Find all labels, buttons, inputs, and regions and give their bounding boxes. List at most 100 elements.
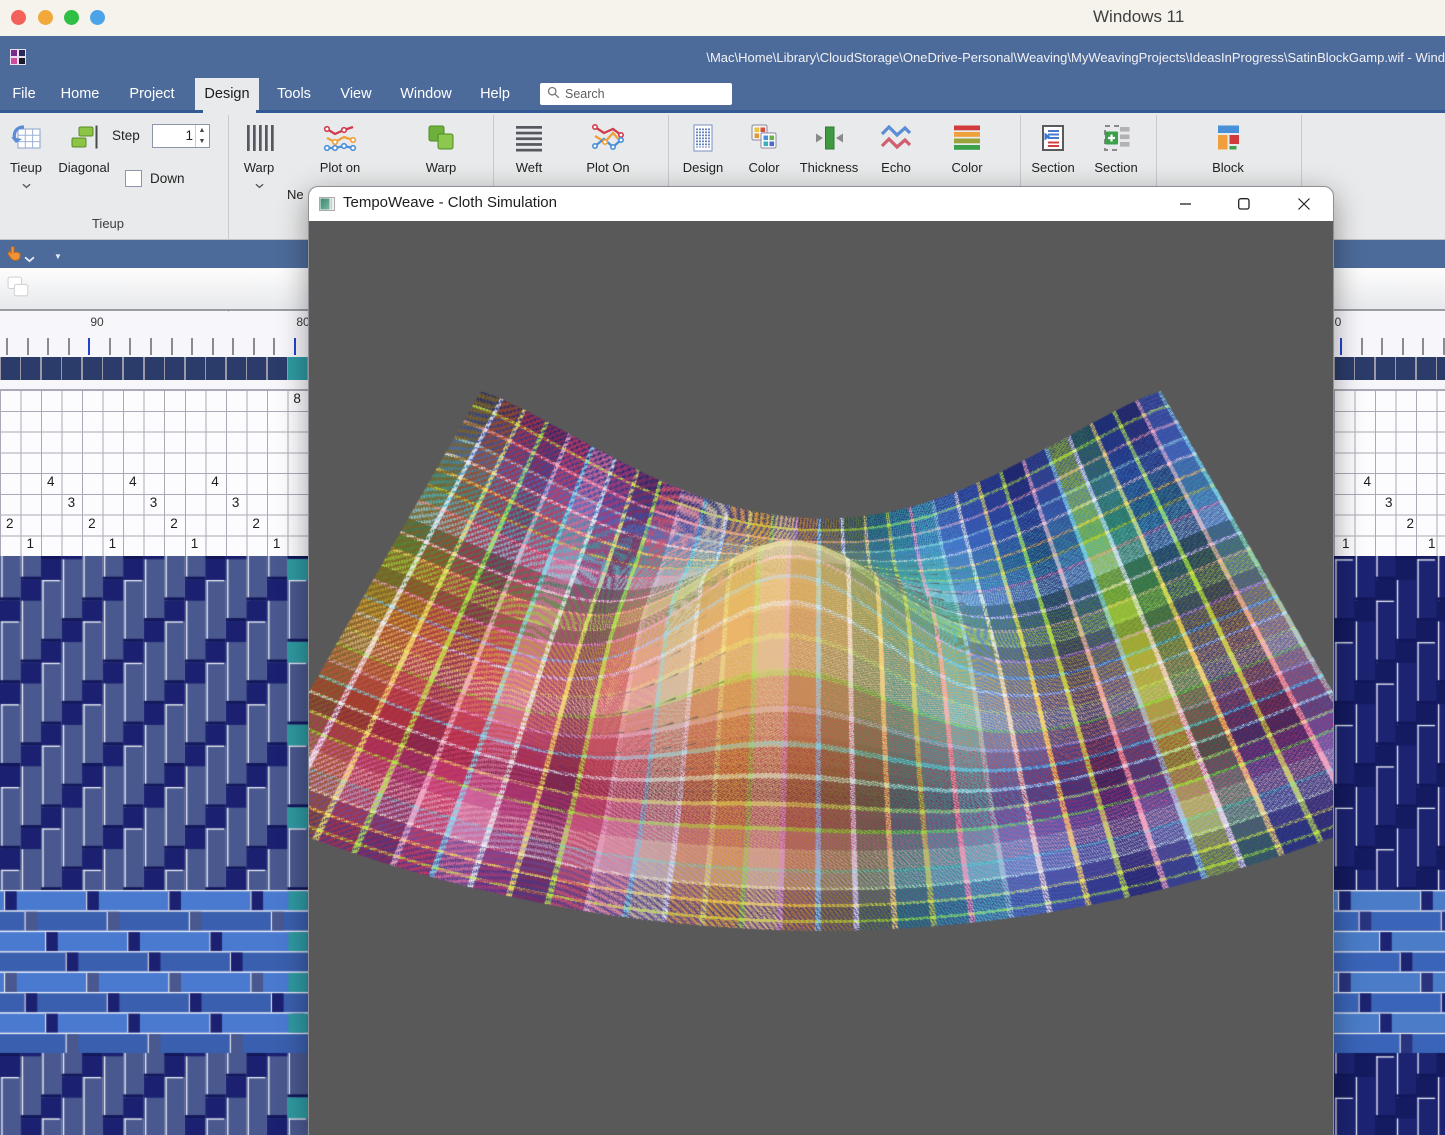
warp-color-cell[interactable]: [1335, 357, 1354, 380]
weft-lines-icon: [487, 119, 571, 157]
warp-threading-label: Warp: [217, 161, 301, 175]
plot-on-weft-label: Plot On: [566, 161, 650, 175]
warp-color-cell[interactable]: [227, 357, 246, 380]
threading-grid-left[interactable]: [0, 389, 308, 556]
warp-color-cell[interactable]: [42, 357, 61, 380]
copy-squares-icon[interactable]: [6, 274, 33, 306]
warp-color-cell[interactable]: [1376, 357, 1395, 380]
warp-color-cell[interactable]: [268, 357, 287, 380]
ruler-tick: [1361, 338, 1363, 355]
warp-color-cell[interactable]: [1, 357, 20, 380]
warp-color-cell[interactable]: [124, 357, 143, 380]
warp-blocks-button[interactable]: Warp: [399, 119, 483, 175]
chevron-down-icon[interactable]: [24, 250, 35, 268]
ruler-tick: [191, 338, 193, 355]
weft-label: Weft: [487, 161, 571, 175]
warp-blocks-label: Warp: [399, 161, 483, 175]
ruler-tick: [68, 338, 70, 355]
weft-button[interactable]: Weft: [487, 119, 571, 175]
step-input[interactable]: 1 ▲▼: [152, 124, 210, 148]
warp-color-cell[interactable]: [21, 357, 40, 380]
maximize-button[interactable]: [1221, 187, 1267, 221]
warp-color-cell[interactable]: [206, 357, 225, 380]
cloth-3d-viewport[interactable]: [309, 221, 1333, 1135]
threading-number: 4: [129, 474, 137, 489]
section-add-button[interactable]: Section: [1074, 119, 1158, 175]
color-bars-icon: [925, 119, 1009, 157]
window-title: TempoWeave - Cloth Simulation: [343, 194, 557, 211]
ruler-tick: [171, 338, 173, 355]
warp-color-cell[interactable]: [103, 357, 122, 380]
warp-color-cell[interactable]: [247, 357, 266, 380]
tab-tools[interactable]: Tools: [264, 78, 324, 110]
draft-panel-left[interactable]: 9080214321432143218: [0, 312, 308, 1135]
threading-number: 1: [109, 536, 117, 551]
drawdown-left[interactable]: [0, 556, 308, 1135]
draft-panel-right[interactable]: 014321: [1334, 312, 1445, 1135]
ruler-tick: [294, 338, 296, 355]
warp-color-cell[interactable]: [1396, 357, 1415, 380]
traffic-light-zoom[interactable]: [64, 10, 79, 25]
plot-on-warp-button[interactable]: Plot on: [298, 119, 382, 175]
tab-help[interactable]: Help: [469, 78, 521, 110]
ruler-tick: [1402, 338, 1404, 355]
warp-color-cell[interactable]: [145, 357, 164, 380]
window-title-bar[interactable]: TempoWeave - Cloth Simulation: [309, 187, 1333, 221]
threading-number: 2: [6, 516, 14, 531]
warp-color-cell[interactable]: [288, 357, 307, 380]
tab-file[interactable]: File: [2, 78, 46, 110]
plot-on-weft-button[interactable]: Plot On: [566, 119, 650, 175]
hand-tool-icon[interactable]: [5, 244, 24, 268]
warp-threading-button[interactable]: Warp: [217, 119, 301, 194]
ruler-tick: [150, 338, 152, 355]
threading-number: 3: [68, 495, 76, 510]
ribbon-accent-line: [256, 110, 1445, 113]
color-bars-label: Color: [925, 161, 1009, 175]
warp-color-cell[interactable]: [165, 357, 184, 380]
tempoweave-icon: [319, 196, 335, 217]
app-icon: [10, 49, 26, 70]
block-button[interactable]: Block: [1186, 119, 1270, 175]
plot-on-warp-label: Plot on: [298, 161, 382, 175]
warp-color-bar[interactable]: [1334, 357, 1445, 380]
screen: Windows 11 \Mac\Home\Library\CloudStorag…: [0, 0, 1445, 1135]
ruler-tick: [88, 338, 90, 355]
warp-color-cell[interactable]: [1355, 357, 1374, 380]
warp-color-cell[interactable]: [83, 357, 102, 380]
traffic-light-extra[interactable]: [90, 10, 105, 25]
ruler-tick: [27, 338, 29, 355]
warp-color-bar[interactable]: [0, 357, 308, 380]
warp-color-cell[interactable]: [186, 357, 205, 380]
search-icon: [547, 86, 560, 102]
minimize-button[interactable]: [1163, 187, 1209, 221]
app-title-bar[interactable]: \Mac\Home\Library\CloudStorage\OneDrive-…: [0, 36, 1445, 78]
search-input[interactable]: Search: [540, 83, 732, 105]
tab-project[interactable]: Project: [114, 78, 190, 110]
warp-lines-icon: [217, 119, 301, 157]
tab-design[interactable]: Design: [195, 78, 259, 110]
traffic-light-close[interactable]: [11, 10, 26, 25]
warp-color-cell[interactable]: [1417, 357, 1436, 380]
warp-color-cell[interactable]: [62, 357, 81, 380]
tab-view[interactable]: View: [329, 78, 383, 110]
color-bars-button[interactable]: Color: [925, 119, 1009, 175]
down-checkbox[interactable]: [125, 170, 142, 187]
step-spinner[interactable]: ▲▼: [195, 125, 208, 147]
traffic-light-minimize[interactable]: [38, 10, 53, 25]
threading-number: 3: [1385, 495, 1393, 510]
down-label: Down: [150, 171, 185, 186]
warp-color-cell[interactable]: [1437, 357, 1445, 380]
tab-window[interactable]: Window: [388, 78, 464, 110]
down-checkbox-row[interactable]: Down: [125, 170, 185, 187]
threading-grid-right[interactable]: [1334, 389, 1445, 556]
threading-number: 1: [27, 536, 35, 551]
warp-green-icon: [399, 119, 483, 157]
dropdown-arrow-icon[interactable]: ▼: [54, 252, 62, 261]
ruler-tick: [253, 338, 255, 355]
diagonal-icon: [42, 119, 126, 157]
drawdown-right[interactable]: [1334, 556, 1445, 1135]
tab-home[interactable]: Home: [51, 78, 109, 110]
diagonal-button[interactable]: Diagonal: [42, 119, 126, 175]
threading-number: 1: [273, 536, 281, 551]
close-button[interactable]: [1281, 187, 1327, 221]
